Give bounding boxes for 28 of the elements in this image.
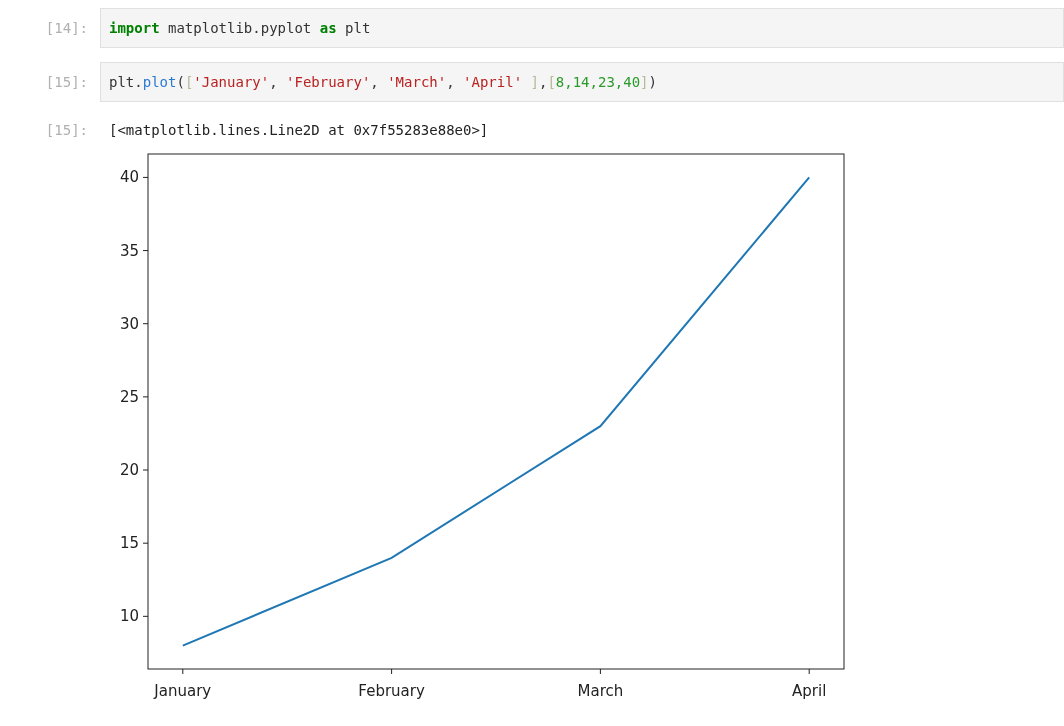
tick-mark: [142, 323, 149, 325]
tick-mark: [142, 469, 149, 471]
tick-mark: [808, 668, 810, 675]
x-tick-label: March: [577, 682, 624, 700]
y-tick-label: 30: [119, 314, 139, 333]
tick-mark: [142, 250, 149, 252]
cell-prompt: [15]:: [44, 121, 89, 140]
tick-mark: [182, 668, 184, 675]
cell-prompt: [14]:: [44, 19, 89, 38]
cell-prompt: [15]:: [44, 73, 89, 92]
y-tick-label: 10: [119, 607, 139, 626]
tick-mark: [142, 542, 149, 544]
y-tick-label: 35: [119, 241, 139, 260]
y-tick-label: 40: [119, 168, 139, 187]
code-cell[interactable]: import matplotlib.pyplot as plt: [100, 8, 1064, 48]
y-tick-label: 15: [119, 534, 139, 553]
y-tick-label: 25: [119, 387, 139, 406]
x-tick-label: April: [792, 682, 827, 700]
tick-mark: [142, 396, 149, 398]
tick-mark: [391, 668, 393, 675]
tick-mark: [142, 176, 149, 178]
x-tick-label: January: [154, 682, 212, 700]
y-tick-label: 20: [119, 461, 139, 479]
code-cell[interactable]: plt.plot(['January', 'February', 'March', 'April' ],[8,14,23,40]): [100, 62, 1064, 102]
tick-mark: [142, 615, 149, 617]
output-text: [<matplotlib.lines.Line2D at 0x7f55283e88e0>]: [108, 121, 490, 140]
tick-mark: [599, 668, 601, 675]
x-tick-label: February: [358, 682, 425, 700]
